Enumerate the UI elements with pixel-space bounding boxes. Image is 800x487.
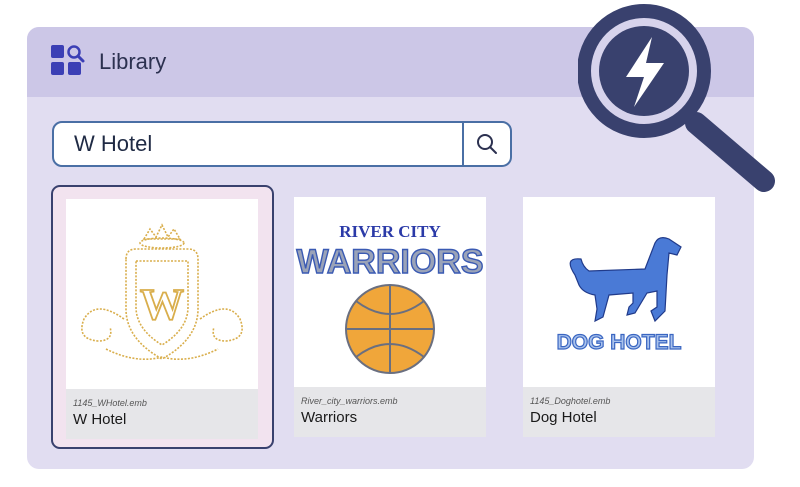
result-caption: 1145_WHotel.emb W Hotel xyxy=(66,389,258,439)
warriors-logo-image: RIVER CITY WARRIORS xyxy=(296,222,484,374)
search-box xyxy=(52,121,512,167)
warriors-logo-line1: RIVER CITY xyxy=(339,222,441,241)
magnifier-lightning-icon xyxy=(578,4,775,192)
result-card-selected-frame[interactable]: W 1145_WHotel.emb W Hotel xyxy=(51,185,274,449)
library-title: Library xyxy=(99,49,167,74)
warriors-logo-line2: WARRIORS xyxy=(297,243,484,281)
dog-hotel-logo-image: DOG HOTEL xyxy=(556,237,682,355)
w-hotel-crest-image: W xyxy=(81,223,243,360)
result-thumbnail: RIVER CITY WARRIORS xyxy=(294,197,486,387)
result-card[interactable]: DOG HOTEL 1145_Doghotel.emb Dog Hotel xyxy=(523,197,715,437)
result-caption: 1145_Doghotel.emb Dog Hotel xyxy=(523,387,715,437)
result-thumbnail: W xyxy=(66,199,258,389)
svg-text:W: W xyxy=(140,280,184,329)
search-button[interactable] xyxy=(462,123,510,165)
result-card[interactable]: RIVER CITY WARRIORS River_city_warriors.… xyxy=(294,197,486,437)
search-icon xyxy=(477,134,497,154)
result-card[interactable]: W 1145_WHotel.emb W Hotel xyxy=(66,199,258,439)
result-name: Warriors xyxy=(301,409,358,426)
search-input[interactable] xyxy=(54,123,464,165)
result-filename: River_city_warriors.emb xyxy=(301,396,398,406)
result-name: Dog Hotel xyxy=(530,409,597,426)
result-filename: 1145_Doghotel.emb xyxy=(530,396,611,406)
result-thumbnail: DOG HOTEL xyxy=(523,197,715,387)
result-caption: River_city_warriors.emb Warriors xyxy=(294,387,486,437)
library-grid-search-icon xyxy=(51,45,85,75)
result-filename: 1145_WHotel.emb xyxy=(73,398,147,408)
dog-hotel-logo-text: DOG HOTEL xyxy=(557,331,682,354)
result-name: W Hotel xyxy=(73,411,127,428)
